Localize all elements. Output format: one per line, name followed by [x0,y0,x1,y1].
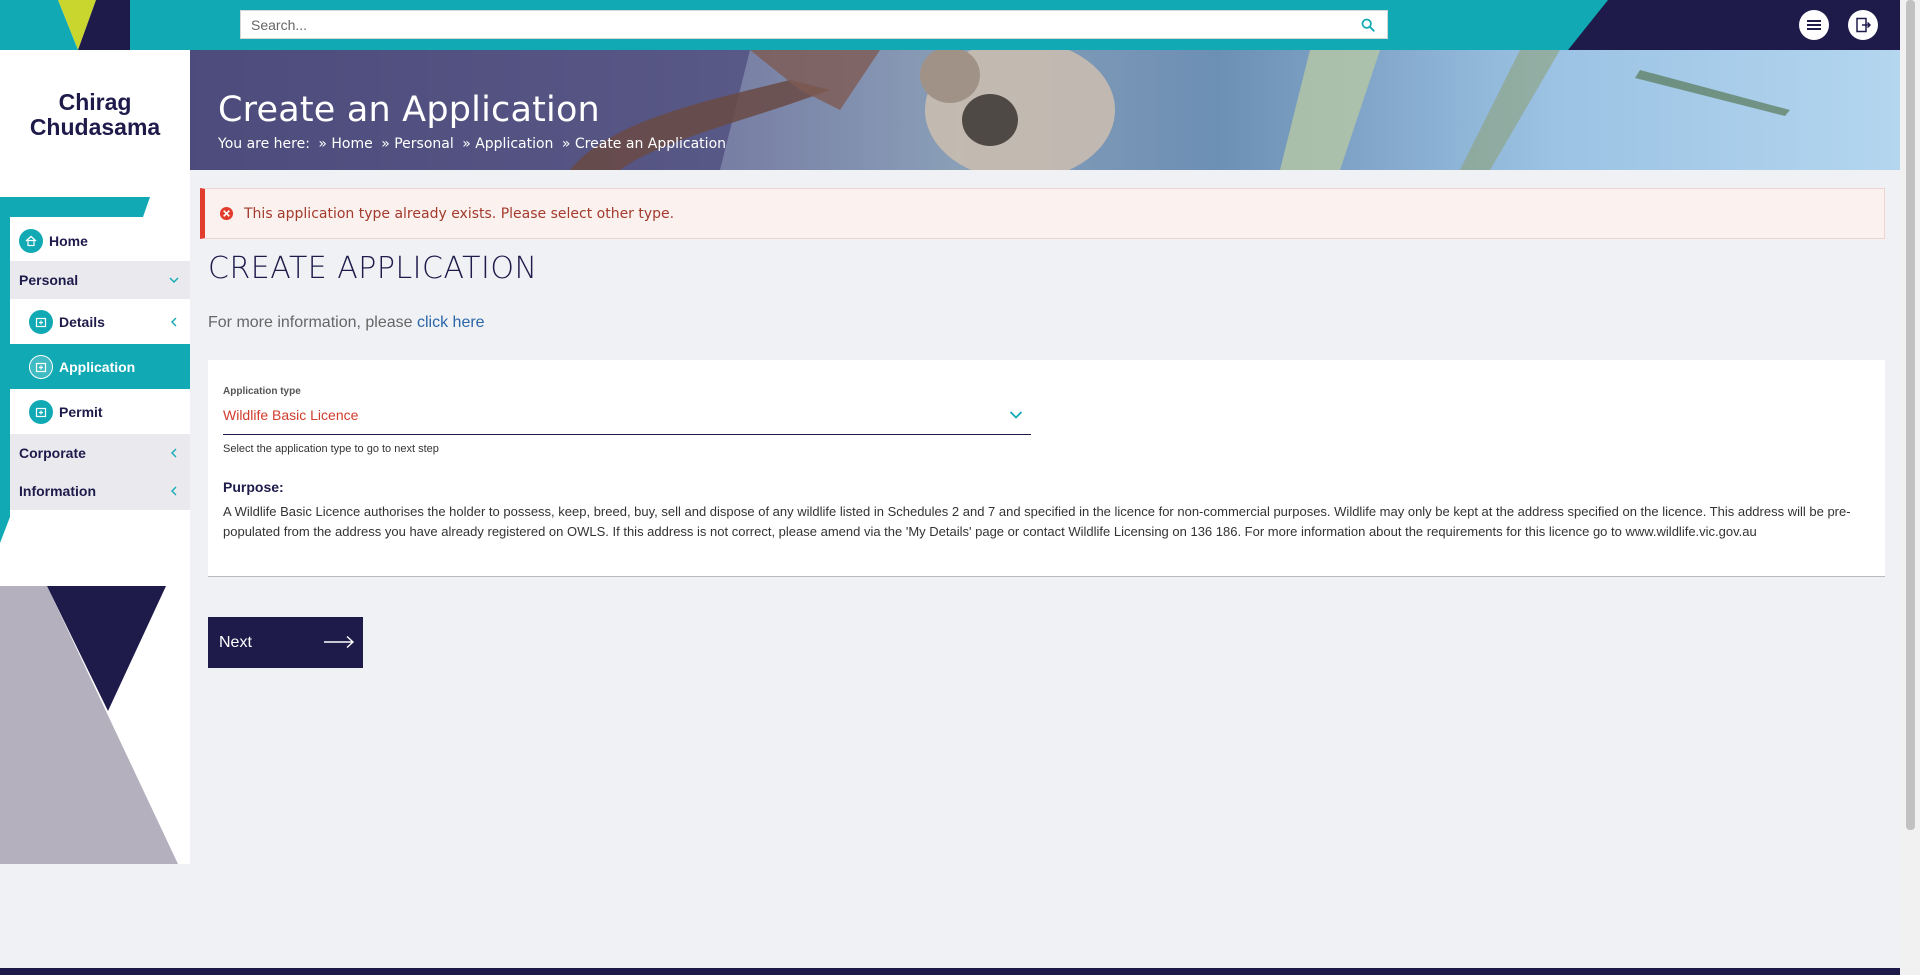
home-icon [19,229,43,253]
sidebar-item-label: Corporate [19,445,86,461]
page-banner: Create an Application You are here: » Ho… [190,50,1900,170]
click-here-link[interactable]: click here [417,314,485,331]
sidebar-item-permit[interactable]: Permit [10,389,190,434]
folder-icon [29,399,53,424]
breadcrumb-application[interactable]: » Application [462,136,553,152]
error-icon [219,206,234,221]
section-title: CREATE APPLICATION [208,251,538,286]
sidebar-item-information[interactable]: Information [10,472,190,510]
sidebar-item-label: Personal [19,272,79,288]
sidebar-item-details[interactable]: Details [10,299,190,344]
application-type-label: Application type [223,386,301,397]
sidebar-item-label: Home [49,233,88,249]
purpose-text: A Wildlife Basic Licence authorises the … [223,504,1851,539]
error-message: This application type already exists. Pl… [244,205,675,222]
sidebar-item-label: Information [19,483,96,499]
logout-icon [1856,17,1871,33]
hamburger-menu-icon [1807,20,1821,30]
chevron-left-icon [171,317,177,326]
application-type-value: Wildlife Basic Licence [223,407,359,423]
sidebar-item-label: Details [59,313,105,330]
logo[interactable] [0,0,190,50]
more-info: For more information, please click here [208,314,485,332]
breadcrumb-prefix: You are here: [218,136,310,152]
sidebar-nav: Home Personal Details Application Permit [10,221,190,510]
page-title: Create an Application [218,90,600,130]
scrollbar-thumb[interactable] [1906,0,1915,830]
menu-button[interactable] [1799,10,1829,40]
search-icon[interactable] [1361,18,1375,32]
user-first-name: Chirag [58,89,132,115]
logout-button[interactable] [1848,10,1878,40]
sidebar-item-personal[interactable]: Personal [10,261,190,299]
user-last-name: Chudasama [29,114,161,140]
sidebar: Chirag Chudasama Home Personal Details A… [0,50,190,864]
application-type-helper: Select the application type to go to nex… [223,443,439,455]
search-bar[interactable] [240,10,1388,39]
footer-bar [0,968,1900,975]
search-input[interactable] [241,11,1387,38]
arrow-right-icon [324,635,355,649]
breadcrumb-personal[interactable]: » Personal [381,136,454,152]
sidebar-item-label: Application [59,358,136,375]
folder-icon [29,354,53,379]
user-name: Chirag Chudasama [0,90,190,140]
breadcrumb: You are here: » Home » Personal » Applic… [218,136,730,152]
chevron-down-icon [169,277,179,283]
more-info-text: For more information, please [208,314,413,331]
error-alert: This application type already exists. Pl… [200,188,1885,239]
sidebar-item-home[interactable]: Home [10,221,190,261]
sidebar-item-application[interactable]: Application [10,344,190,389]
chevron-down-icon [1009,411,1023,419]
top-bar [0,0,1900,50]
application-type-select[interactable]: Wildlife Basic Licence [223,402,1031,435]
breadcrumb-home[interactable]: » Home [318,136,372,152]
next-button-label: Next [219,633,252,651]
application-form-card: Application type Wildlife Basic Licence … [208,360,1885,577]
next-button[interactable]: Next [208,617,363,668]
scrollbar[interactable] [1900,0,1920,975]
folder-icon [29,309,53,334]
sidebar-shapes [0,586,178,864]
purpose-label: Purpose: [223,479,284,495]
breadcrumb-current: » Create an Application [561,136,727,152]
sidebar-item-corporate[interactable]: Corporate [10,434,190,472]
chevron-left-icon [171,448,177,458]
sidebar-item-label: Permit [59,403,103,420]
chevron-left-icon [171,486,177,496]
